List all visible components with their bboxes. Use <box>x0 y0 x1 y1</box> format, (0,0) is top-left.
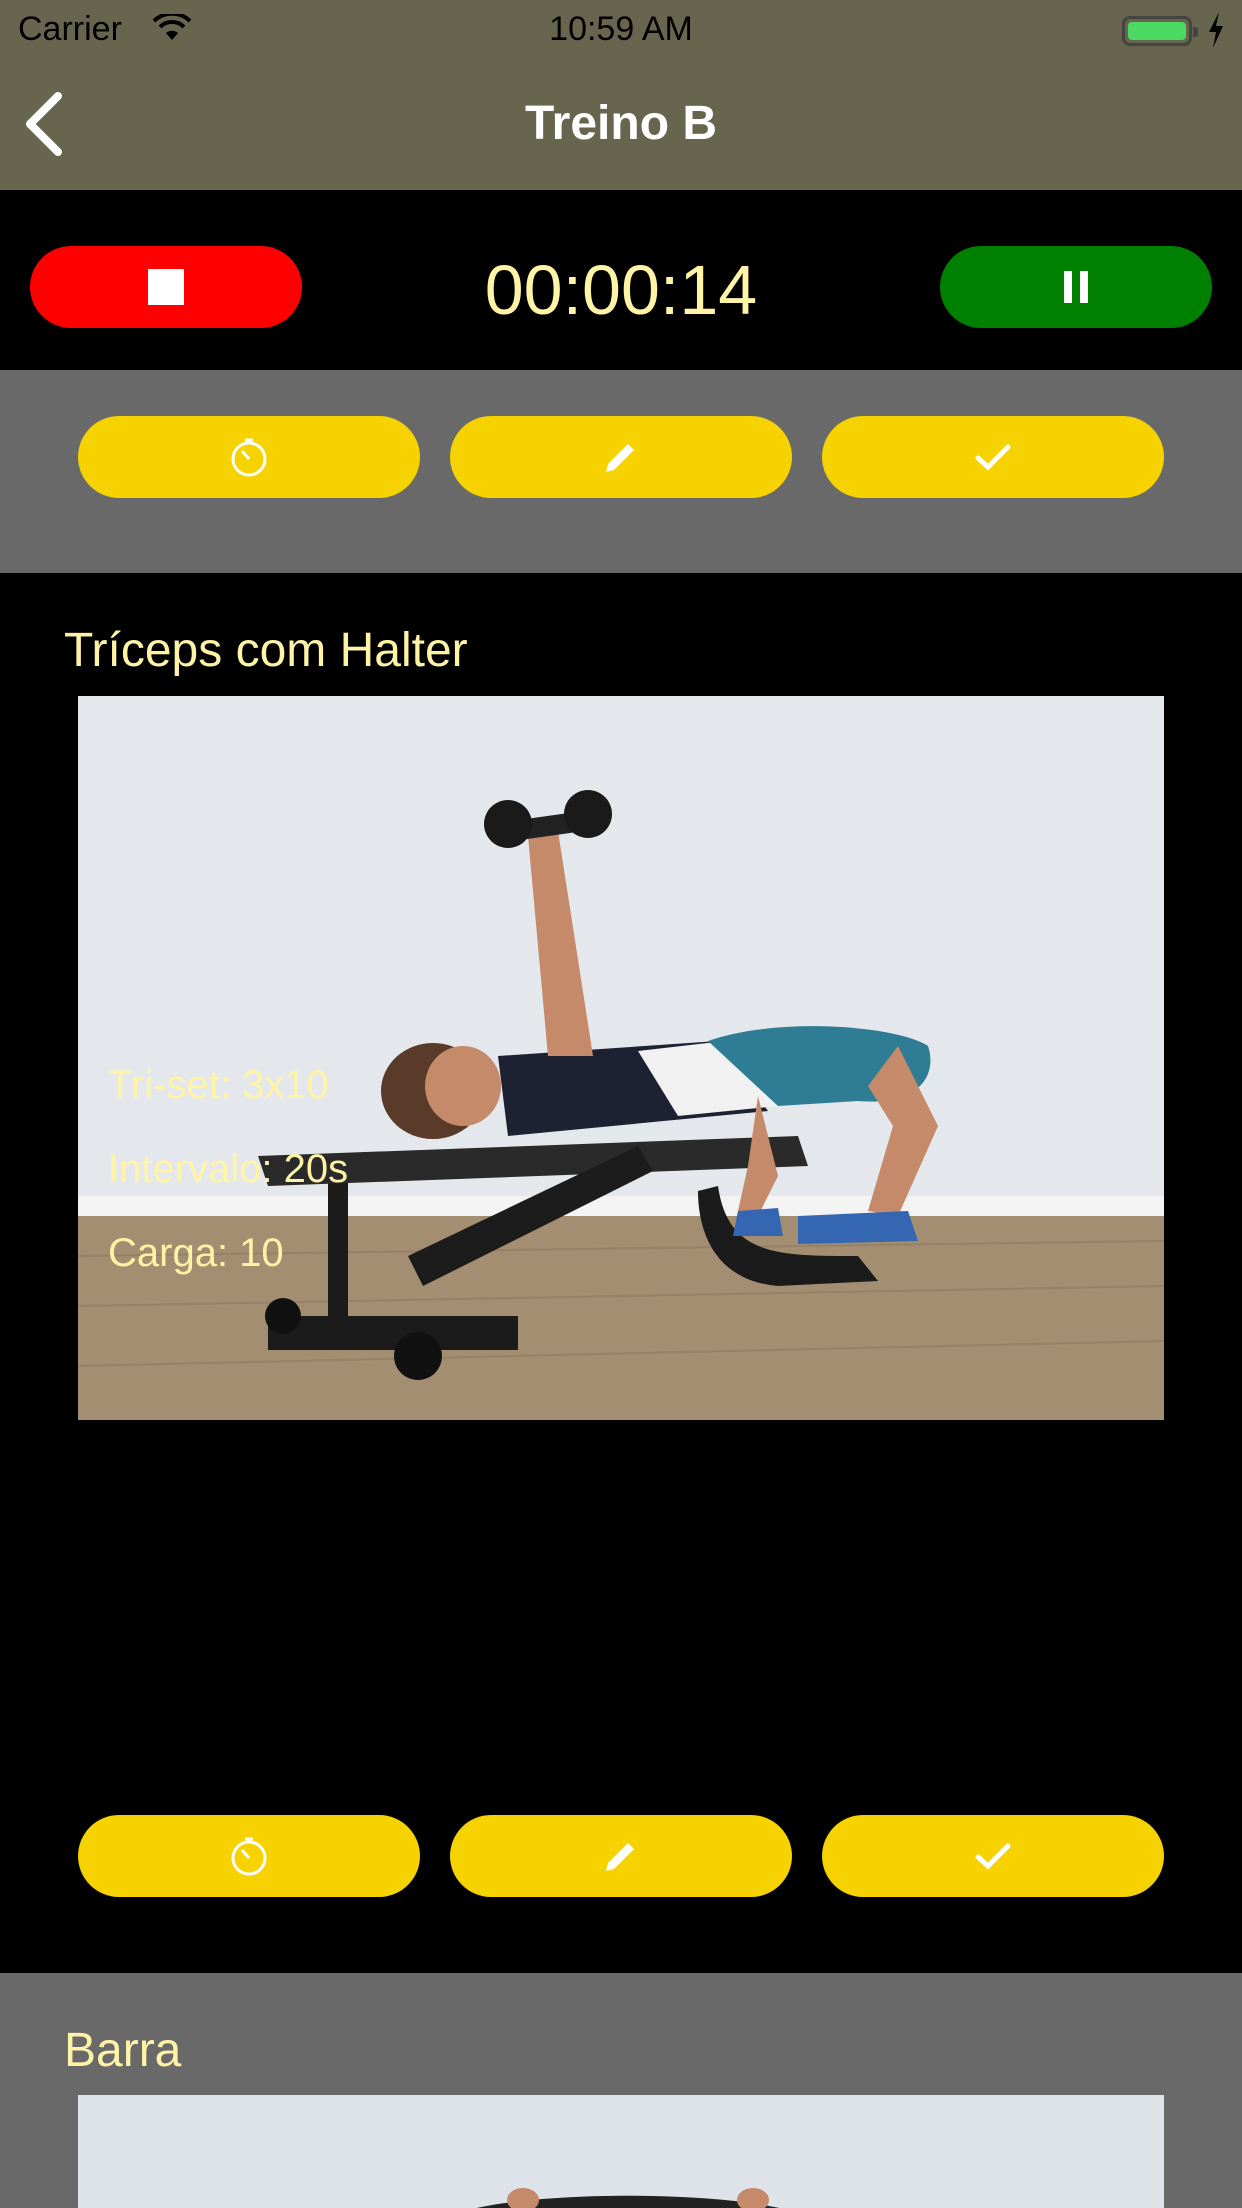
check-icon <box>975 1843 1011 1870</box>
workout-actions-row <box>0 370 1242 573</box>
check-icon <box>975 444 1011 471</box>
page-title: Treino B <box>524 97 718 150</box>
status-bar: Carrier 10:59 AM <box>0 0 1242 60</box>
exercise-sets: Tri-set: 3x10 <box>108 1063 329 1107</box>
edit-button[interactable] <box>450 1815 792 1897</box>
exercise-rest: Intervalo: 20s <box>108 1147 349 1191</box>
complete-button[interactable] <box>822 1815 1164 1897</box>
edit-button[interactable] <box>450 416 792 498</box>
exercise-image <box>78 696 1164 1420</box>
workout-timer-bar: 00:00:14 <box>0 190 1242 370</box>
exercise-load: Carga: 10 <box>108 1231 284 1275</box>
exercise-card: Tríceps com Halter Tri-set: 3x10 Interva… <box>0 573 1242 1973</box>
pencil-icon <box>606 444 634 472</box>
complete-button[interactable] <box>822 416 1164 498</box>
timer-icon <box>231 438 267 477</box>
pencil-icon <box>606 1843 634 1871</box>
charging-bolt-icon <box>1209 12 1223 48</box>
battery-icon <box>1122 16 1198 46</box>
status-time: 10:59 AM <box>549 10 693 48</box>
exercise-title: Tríceps com Halter <box>64 624 468 677</box>
exercise-card: Barra <box>0 1973 1242 2208</box>
navigation-bar: Carrier 10:59 AM Treino B <box>0 0 1242 190</box>
rest-timer-button[interactable] <box>78 416 420 498</box>
exercise-title: Barra <box>64 2024 182 2077</box>
pause-button[interactable] <box>940 246 1212 328</box>
timer-icon <box>231 1837 267 1876</box>
exercise-image <box>78 2095 1164 2208</box>
pause-icon <box>1064 271 1072 303</box>
rest-timer-button[interactable] <box>78 1815 420 1897</box>
